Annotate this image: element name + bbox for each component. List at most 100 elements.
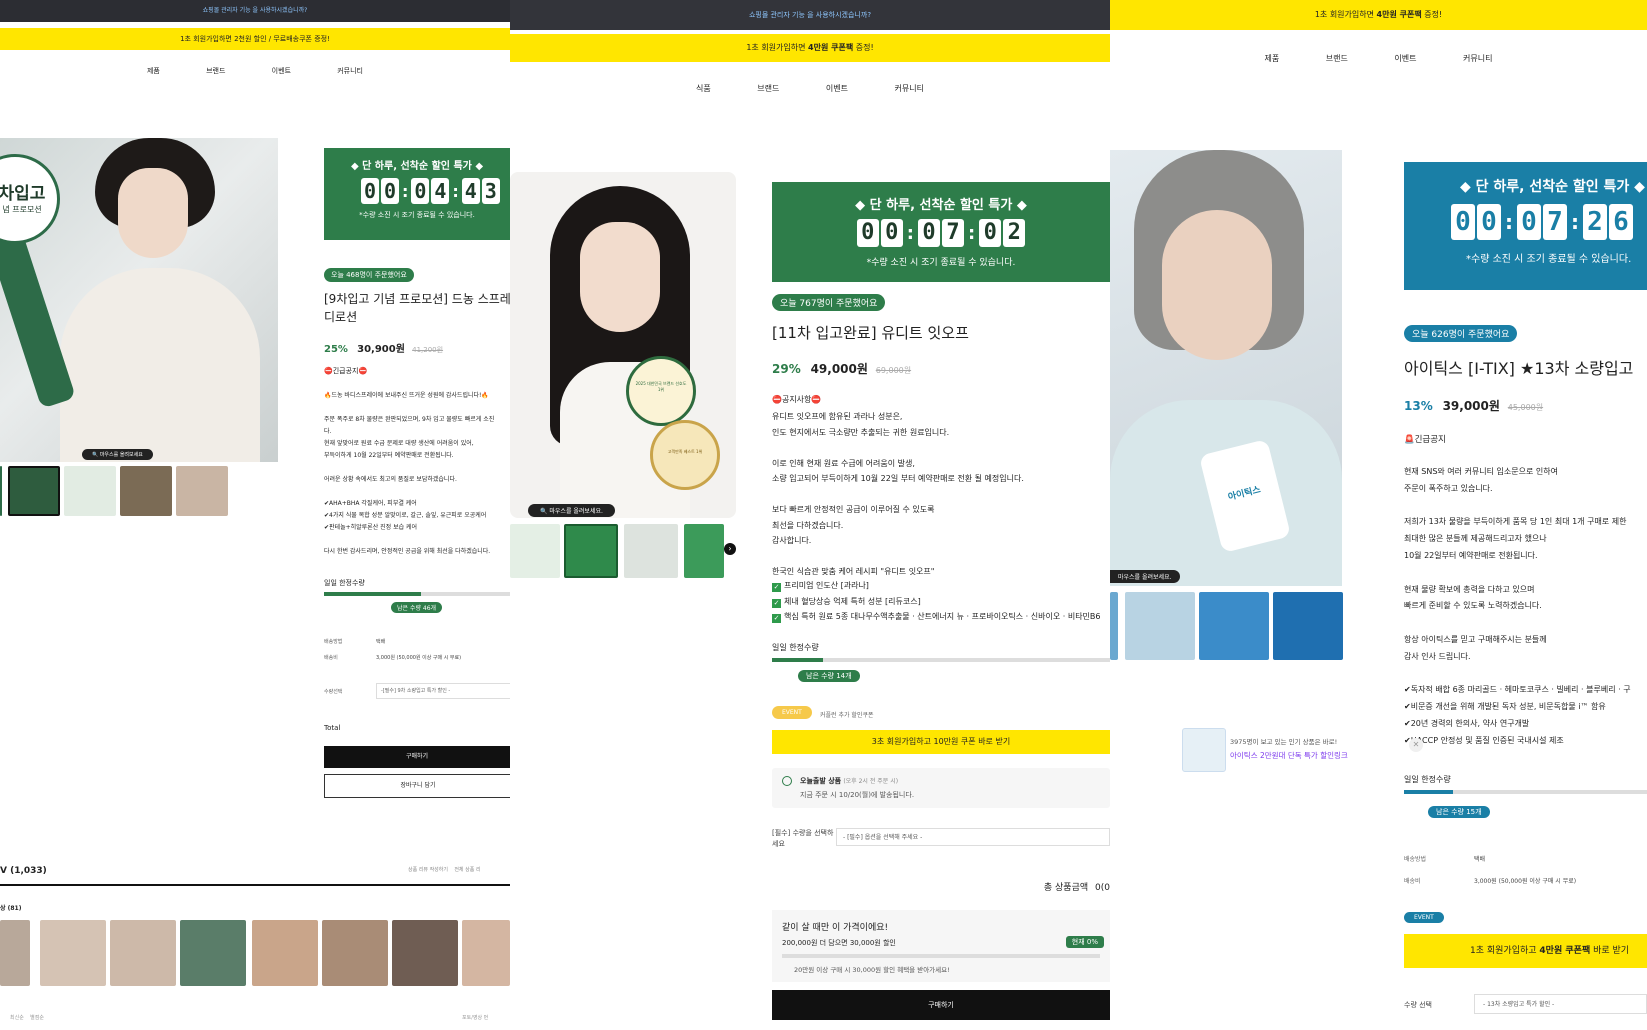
- timer-colon: :: [1571, 210, 1579, 234]
- qty-select-value: - 13차 소량입고 특가 할인 -: [1483, 1001, 1555, 1008]
- product-main-image[interactable]: 2025 대한민국 브랜드 선호도 1위 고객만족 베스트 1위 🔍 마우스를 …: [510, 172, 736, 518]
- product-main-image[interactable]: 아이틱스 마우스를 올려보세요.: [1110, 150, 1342, 586]
- model-face: [118, 168, 188, 258]
- product-title: 아이틱스 [I-TIX] ★13차 소량입고: [1404, 359, 1634, 378]
- notice-line: 어려운 상황 속에서도 최고의 품질로 보답하겠습니다.: [324, 476, 457, 483]
- thumbnail-3[interactable]: [624, 524, 678, 578]
- thumbnail-2[interactable]: [8, 466, 60, 516]
- buy-button-label: 구매하기: [405, 753, 429, 760]
- nav-item-brand[interactable]: 브랜드: [757, 83, 779, 94]
- thumbnail-1[interactable]: [0, 466, 2, 516]
- nav-item-event[interactable]: 이벤트: [1394, 53, 1416, 64]
- notice-line: 현재 물량 확보에 총력을 다하고 있으며: [1404, 584, 1535, 594]
- review-photo[interactable]: [180, 920, 246, 986]
- order-count-badge: 오늘 767명이 주문했어요: [772, 294, 886, 311]
- photo-review-filter[interactable]: 포토/영상 먼: [462, 1014, 488, 1021]
- nav-item-products[interactable]: 제품: [147, 66, 160, 76]
- notice-line: 최선을 다하겠습니다.: [772, 520, 844, 530]
- qty-select[interactable]: -[필수] 9차 소량입고 특가 할인 -: [376, 683, 510, 699]
- stock-progress-bar: [324, 592, 510, 596]
- thumbnail-4[interactable]: [684, 524, 724, 578]
- feature-item: ✓ 핵심 특허 원료 5종 대나무수액추출물 · 산트에너지 뉴 · 프로바이오틱…: [772, 612, 1101, 623]
- buy-button[interactable]: 구매하기: [324, 746, 510, 768]
- popup-link[interactable]: 아이틱스 2만원대 단독 특가 할인링크: [1230, 750, 1348, 761]
- promo-bar[interactable]: 1초 회원가입하면 4만원 쿠폰팩 증정!: [1110, 0, 1647, 30]
- total-label: Total: [324, 724, 341, 732]
- popular-product-popup[interactable]: 3975명이 보고 있는 인기 상품은 바로! 아이틱스 2만원대 단독 특가 …: [1182, 726, 1402, 772]
- thumbnail-4[interactable]: [1273, 592, 1343, 660]
- review-sort-options[interactable]: 최신순 별점순: [10, 1014, 44, 1021]
- remaining-stock-badge: 남은 수량 46개: [391, 602, 443, 613]
- signup-coupon-button[interactable]: 3초 회원가입하고 10만원 쿠폰 바로 받기: [772, 730, 1110, 754]
- thumbnail-1[interactable]: [1110, 592, 1118, 660]
- model-body: [60, 268, 260, 462]
- award-text: 2025 대한민국 브랜드 선호도 1위: [635, 381, 687, 392]
- admin-bar-text[interactable]: 쇼핑몰 관리자 기능 을 사용하시겠습니까?: [203, 7, 308, 14]
- bottle-label: 아이틱스: [1227, 485, 1262, 503]
- review-photo[interactable]: [462, 920, 510, 986]
- notice-line: 10월 22일부터 예약판매로 전환됩니다.: [1404, 550, 1538, 560]
- notice-line: [1404, 498, 1631, 515]
- nav-item-community[interactable]: 커뮤니티: [1463, 53, 1492, 64]
- thumbnail-next-arrow[interactable]: ›: [724, 543, 736, 555]
- nav-item-community[interactable]: 커뮤니티: [895, 83, 924, 94]
- review-photo[interactable]: [392, 920, 458, 986]
- notice-line: 🔥드농 바디스프레이에 보내주신 뜨거운 성원에 감사드립니다!🔥: [324, 392, 489, 399]
- notice-line: [1404, 565, 1631, 582]
- admin-bar-text[interactable]: 쇼핑몰 관리자 기능 을 사용하시겠습니까?: [749, 11, 871, 19]
- popup-close-icon[interactable]: ✕: [1409, 738, 1423, 752]
- event-badge: EVENT: [1404, 912, 1444, 923]
- nav-item-community[interactable]: 커뮤니티: [337, 66, 363, 76]
- remaining-stock-badge: 남은 수량 14개: [798, 670, 860, 682]
- thumbnail-4[interactable]: [120, 466, 172, 516]
- notice-line: 다.: [324, 428, 332, 435]
- required-qty-label: [필수] 수량을 선택하세요: [772, 829, 834, 848]
- nav-item-brand[interactable]: 브랜드: [206, 66, 225, 76]
- order-count-text: 오늘 468명이 주문했어요: [331, 271, 407, 279]
- signup-coupon-button[interactable]: 1초 회원가입하고 4만원 쿠폰팩 바로 받기: [1404, 934, 1647, 968]
- notice-line: [324, 462, 494, 474]
- nav-item-food[interactable]: 식품: [696, 83, 711, 94]
- add-to-cart-button[interactable]: 장바구니 담기: [324, 774, 510, 798]
- promo-bar[interactable]: 1초 회원가입하면 4만원 쿠폰팩 증정!: [510, 34, 1110, 62]
- nav-item-brand[interactable]: 브랜드: [1326, 53, 1348, 64]
- main-nav: 제품 브랜드 이벤트 커뮤니티: [0, 66, 510, 76]
- notice-line: ✔HACCP 안정성 및 품질 인증된 국내시설 제조: [1404, 735, 1564, 745]
- ship-method-value: 택배: [1474, 856, 1486, 863]
- buy-button[interactable]: 구매하기: [772, 990, 1110, 1020]
- nav-item-event[interactable]: 이벤트: [272, 66, 291, 76]
- thumbnail-5[interactable]: [176, 466, 228, 516]
- qty-select-value: -[필수] 9차 소량입고 특가 할인 -: [381, 688, 451, 694]
- product-main-image[interactable]: 차입고 념 프로모션 🔍 마우스를 올려보세요: [0, 138, 278, 462]
- discount-rate: 25%: [324, 344, 348, 355]
- qty-select[interactable]: - 13차 소량입고 특가 할인 -: [1474, 994, 1647, 1014]
- timer-digit: 2: [1003, 219, 1026, 247]
- review-links[interactable]: 상품 리뷰 작성하기 전체 상품 리: [408, 866, 481, 873]
- review-photo[interactable]: [110, 920, 176, 986]
- timer-colon: :: [968, 222, 976, 244]
- notice-line: 부득이하게 10월 22일부터 예약판매로 전환됩니다.: [324, 452, 454, 459]
- ship-fee-value: 3,000원 (50,000원 이상 구매 시 무료): [376, 655, 462, 661]
- review-photo[interactable]: [322, 920, 388, 986]
- clock-icon: [782, 776, 792, 786]
- review-photo[interactable]: [0, 920, 30, 986]
- feature-item: ✓ 체내 혈당상승 억제 특허 성분 [리듀코스]: [772, 596, 921, 608]
- signup-post: 바로 받기: [1590, 946, 1630, 956]
- thumbnail-1[interactable]: [510, 524, 560, 578]
- thumbnail-3[interactable]: [64, 466, 116, 516]
- nav-item-event[interactable]: 이벤트: [826, 83, 848, 94]
- notice-line: 최대한 많은 분들께 제공해드리고자 했으나: [1404, 534, 1547, 544]
- promo-bar[interactable]: 1초 회원가입하면 2천원 할인 / 무료배송쿠폰 증정!: [0, 28, 510, 50]
- notice-line: 주문 폭주로 8차 물량은 완판되었으며, 9차 입고 물량도 빠르게 소진: [324, 416, 495, 423]
- check-icon: ✓: [772, 583, 781, 592]
- nav-item-products[interactable]: 제품: [1264, 53, 1279, 64]
- hover-hint-text: 마우스를 올려보세요: [99, 452, 143, 458]
- thumbnail-3[interactable]: [1199, 592, 1269, 660]
- option-select[interactable]: - [필수] 옵션을 선택해 주세요 -: [836, 828, 1110, 846]
- review-photo[interactable]: [40, 920, 106, 986]
- bundle-rate-text: 현재 0%: [1071, 938, 1098, 946]
- thumbnail-2[interactable]: [1125, 592, 1195, 660]
- award-badge-1: 2025 대한민국 브랜드 선호도 1위: [626, 356, 696, 426]
- review-photo[interactable]: [252, 920, 318, 986]
- thumbnail-2[interactable]: [564, 524, 618, 578]
